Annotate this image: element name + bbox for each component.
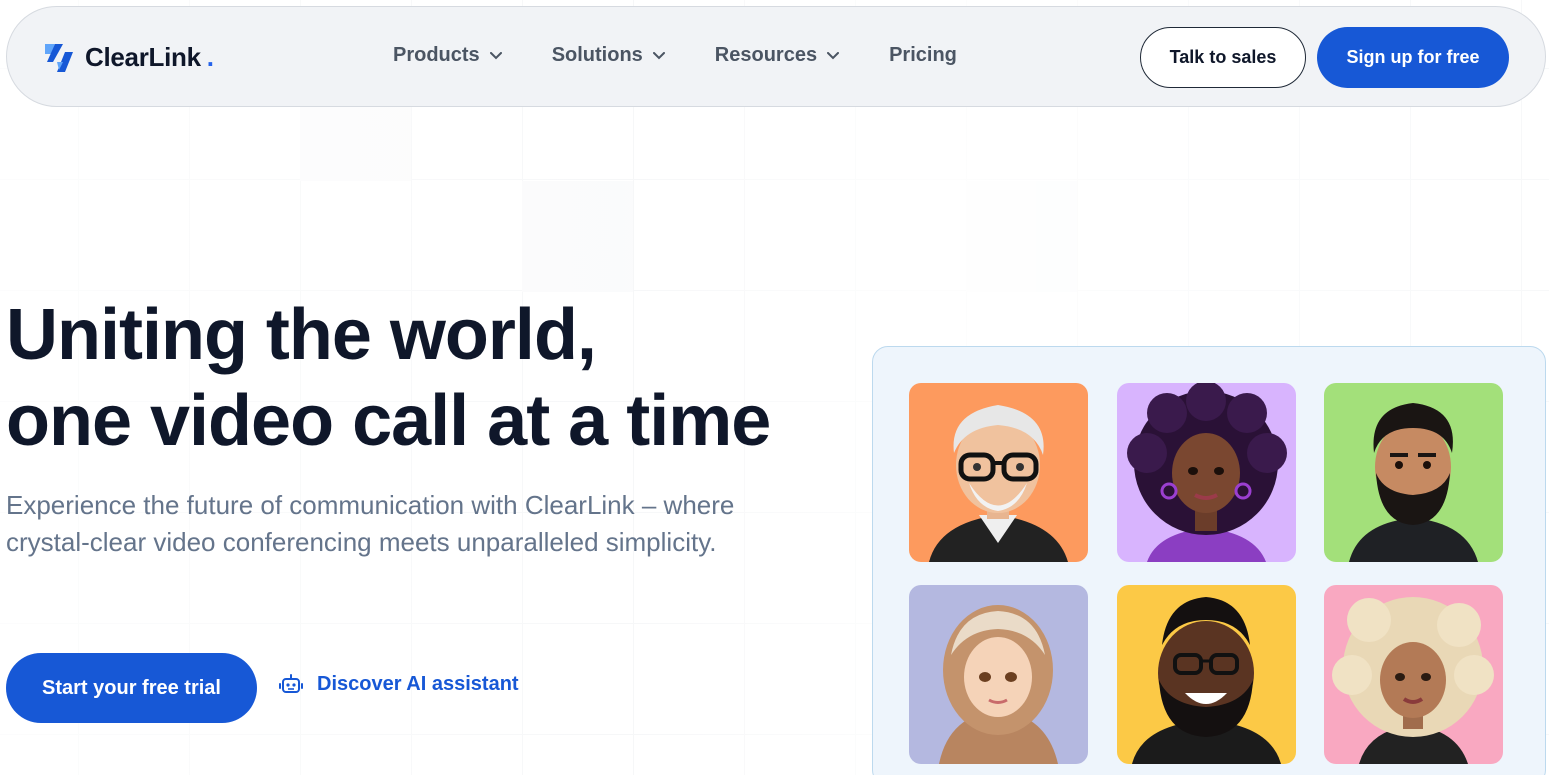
robot-icon <box>279 673 303 693</box>
hero-subtitle: Experience the future of communication w… <box>6 490 735 557</box>
nav-pricing[interactable]: Pricing <box>889 44 957 67</box>
avatar <box>909 383 1088 562</box>
start-free-trial-button[interactable]: Start your free trial <box>6 653 257 723</box>
talk-to-sales-button[interactable]: Talk to sales <box>1140 27 1306 88</box>
avatar <box>1324 383 1503 562</box>
participant-tile[interactable] <box>909 585 1088 764</box>
participant-tile[interactable] <box>909 383 1088 562</box>
nav-products[interactable]: Products <box>393 44 502 67</box>
avatar <box>1117 585 1296 764</box>
chevron-down-icon <box>827 51 840 59</box>
hero-title-line-1: Uniting the world, <box>6 295 597 375</box>
top-navbar: ClearLink . Products Solutions Resources… <box>6 6 1546 107</box>
chevron-down-icon <box>489 51 502 59</box>
video-call-grid <box>872 346 1546 775</box>
logo-icon <box>45 44 73 72</box>
brand-dot: . <box>206 41 215 72</box>
nav-solutions[interactable]: Solutions <box>552 44 665 67</box>
nav-pricing-label: Pricing <box>889 44 957 66</box>
avatar <box>909 585 1088 764</box>
participant-tile[interactable] <box>1117 585 1296 764</box>
nav-solutions-label: Solutions <box>551 44 643 66</box>
nav-resources-label: Resources <box>714 44 818 66</box>
nav-resources[interactable]: Resources <box>714 44 840 67</box>
chevron-down-icon <box>652 51 665 59</box>
avatar <box>1324 585 1503 764</box>
participant-tile[interactable] <box>1324 585 1503 764</box>
hero-title-line-2: one video call at a time <box>6 381 771 461</box>
nav-products-label: Products <box>393 44 480 66</box>
discover-ai-link[interactable]: Discover AI assistant <box>279 673 519 696</box>
avatar <box>1117 383 1296 562</box>
discover-ai-label: Discover AI assistant <box>317 673 519 695</box>
sign-up-button[interactable]: Sign up for free <box>1317 27 1509 88</box>
brand-name: ClearLink <box>85 41 201 72</box>
participant-tile[interactable] <box>1324 383 1503 562</box>
main-nav: Products Solutions Resources Pricing <box>393 44 957 67</box>
participant-tile[interactable] <box>1117 383 1296 562</box>
hero-title: Uniting the world, one video call at a t… <box>6 292 771 464</box>
brand-logo[interactable]: ClearLink . <box>43 40 214 74</box>
